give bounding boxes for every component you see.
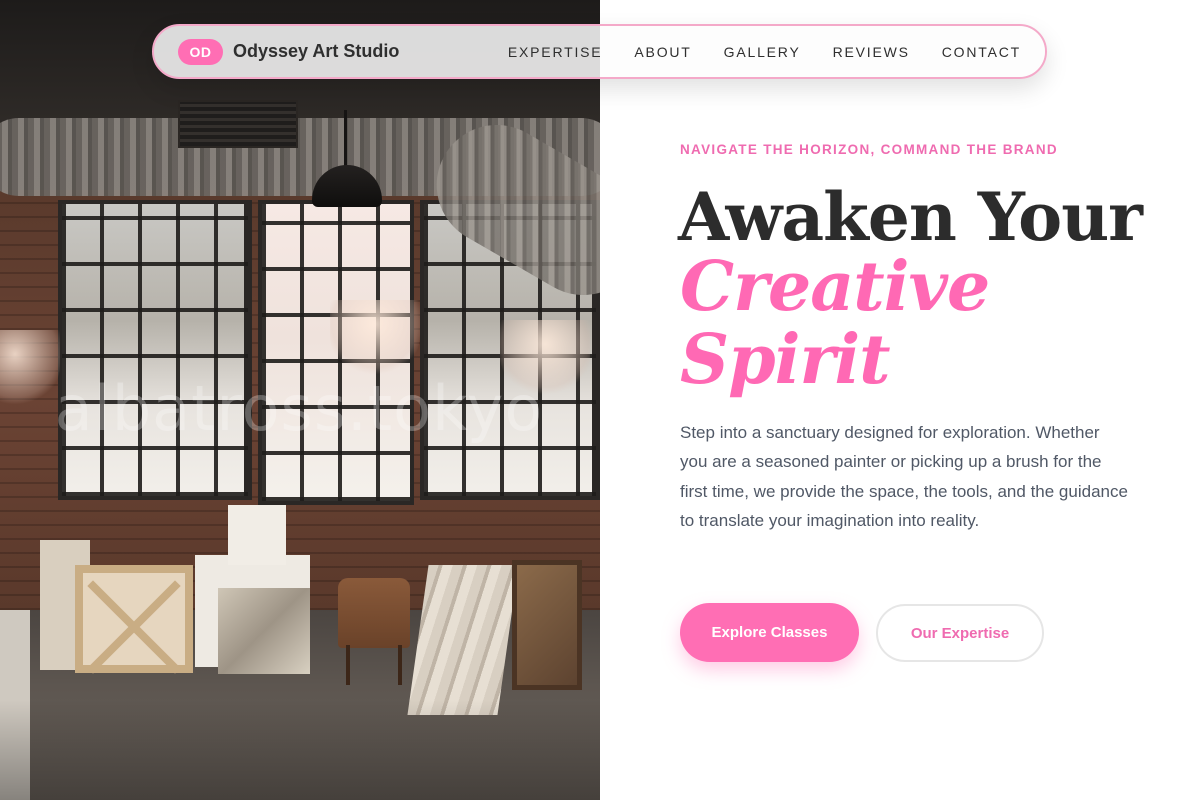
- top-navigation: OD Odyssey Art Studio EXPERTISE ABOUT GA…: [152, 24, 1047, 79]
- brand-name: Odyssey Art Studio: [233, 41, 400, 61]
- photo-window-left: [58, 200, 252, 500]
- nav-item-expertise[interactable]: EXPERTISE: [508, 44, 603, 60]
- hero-title-line1: Awaken Your: [678, 178, 1143, 256]
- photo-watermark: albatross.tokyo: [54, 372, 544, 445]
- photo-armchair: [338, 578, 410, 648]
- nav-item-about[interactable]: ABOUT: [634, 44, 691, 60]
- hero-title-line3: Spirit: [680, 320, 891, 400]
- nav-item-gallery[interactable]: GALLERY: [724, 44, 801, 60]
- nav-item-contact[interactable]: CONTACT: [942, 44, 1021, 60]
- nav-menu: EXPERTISE ABOUT GALLERY REVIEWS CONTACT: [508, 44, 1021, 60]
- explore-classes-button[interactable]: Explore Classes: [680, 603, 859, 662]
- photo-canvas-back: [75, 565, 193, 673]
- hero-eyebrow: NAVIGATE THE HORIZON, COMMAND THE BRAND: [680, 142, 1058, 157]
- photo-vent: [178, 100, 298, 148]
- hero-description: Step into a sanctuary designed for explo…: [680, 423, 1128, 530]
- logo-badge: OD: [178, 38, 223, 65]
- photo-painting: [218, 588, 310, 674]
- photo-frame: [512, 560, 582, 690]
- nav-item-reviews[interactable]: REVIEWS: [833, 44, 910, 60]
- hero-photo: albatross.tokyo: [0, 0, 600, 800]
- photo-canvas: [228, 505, 286, 565]
- hero-title-line2: Creative: [680, 247, 990, 327]
- brand-home-link[interactable]: OD Odyssey Art Studio: [178, 38, 400, 65]
- our-expertise-button[interactable]: Our Expertise: [876, 604, 1044, 662]
